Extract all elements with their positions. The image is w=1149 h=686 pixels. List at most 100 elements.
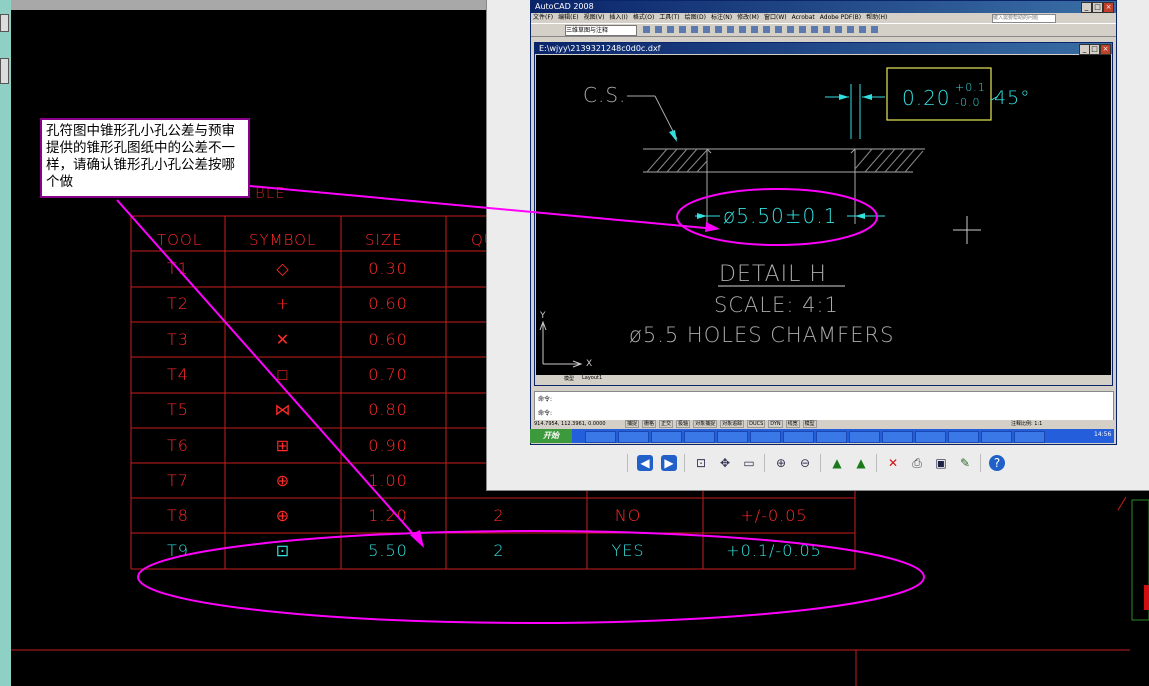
taskbar-window-button[interactable] — [618, 431, 649, 443]
previous-icon[interactable]: ◀ — [637, 455, 653, 471]
close-button[interactable]: × — [1103, 2, 1114, 13]
cell-tool: T5 — [167, 400, 189, 420]
menu-item[interactable]: 格式(O) — [633, 14, 654, 21]
command-line-1: 命令: — [538, 396, 553, 403]
help-icon[interactable]: ? — [989, 455, 1005, 471]
toolbar-divider — [764, 454, 765, 472]
cell-symbol: ⊡ — [275, 541, 291, 561]
taskbar-window-button[interactable] — [948, 431, 979, 443]
cell-symbol: ✕ — [275, 329, 291, 349]
cell-tolerance: +0.1/-0.05 — [726, 541, 822, 561]
taskbar-window-button[interactable] — [816, 431, 847, 443]
header-tool: TOOL — [157, 231, 203, 249]
status-toggle[interactable]: 栅格 — [642, 420, 657, 428]
menu-item[interactable]: 编辑(E) — [558, 14, 578, 21]
taskbar-window-button[interactable] — [1014, 431, 1045, 443]
diameter-dimension: ø5.50±0.1 — [723, 204, 838, 228]
print-icon[interactable]: ⎙ — [909, 455, 925, 471]
next-icon[interactable]: ▶ — [661, 455, 677, 471]
cell-size: 0.30 — [368, 259, 408, 278]
workspace-select[interactable]: 三维草图与注释 — [565, 25, 637, 36]
angle-label: 45° — [994, 87, 1031, 109]
tolerance-value: 0.20 — [902, 86, 951, 110]
edit-icon[interactable]: ✎ — [957, 455, 973, 471]
fit-icon[interactable]: ⊡ — [693, 455, 709, 471]
status-bar: 914.7954, 112.3961, 0.0000 捕捉 栅格 正交 极轴 对象捕捉对… — [531, 420, 1116, 429]
taskbar-window-button[interactable] — [849, 431, 880, 443]
table-title: BLE — [255, 184, 286, 202]
menu-item[interactable]: Adobe PDF(B) — [820, 14, 861, 21]
menu-item[interactable]: 修改(M) — [737, 14, 759, 21]
menu-item[interactable]: 插入(I) — [609, 14, 627, 21]
status-toggle[interactable]: 极轴 — [676, 420, 691, 428]
scale-label: SCALE: 4:1 — [714, 293, 839, 317]
tab-model[interactable]: 模型 — [564, 375, 574, 382]
menu-item[interactable]: Acrobat — [792, 14, 815, 21]
menu-item[interactable]: 帮助(H) — [866, 14, 887, 21]
tab-layout1[interactable]: Layout1 — [582, 375, 602, 381]
zoom-in-icon[interactable]: ⊕ — [773, 455, 789, 471]
cell-yes-no: YES — [611, 541, 645, 561]
save-icon[interactable]: ▣ — [933, 455, 949, 471]
cell-size: 0.70 — [368, 364, 408, 384]
taskbar-window-button[interactable] — [750, 431, 781, 443]
command-window[interactable]: 命令: 命令: — [534, 391, 1114, 421]
cell-tolerance: +/-0.05 — [740, 506, 808, 526]
drawing-titlebar: E:\wjyy\2139321248c0d0c.dxf _ □ × — [535, 43, 1112, 55]
tolerance-minus: -0.0 — [955, 96, 981, 109]
cell-symbol: ⊕ — [275, 506, 291, 526]
slideshow-icon[interactable]: ▭ — [741, 455, 757, 471]
cell-symbol: □ — [277, 364, 289, 384]
cell-yes-no: NO — [614, 506, 642, 526]
cell-symbol: ⊕ — [275, 470, 291, 490]
annotation-scale[interactable]: 注释比例: 1:1 — [1011, 420, 1042, 429]
status-toggle[interactable]: 对象追踪 — [720, 420, 745, 428]
delete-icon[interactable]: ✕ — [885, 455, 901, 471]
cell-size: 0.60 — [368, 294, 408, 314]
status-toggle[interactable]: 对象捕捉 — [693, 420, 718, 428]
taskbar-window-button[interactable] — [585, 431, 616, 443]
menu-item[interactable]: 工具(T) — [659, 14, 679, 21]
zoom-out-icon[interactable]: ⊖ — [797, 455, 813, 471]
status-toggle[interactable]: 模型 — [802, 420, 817, 428]
ucs-x-label: X — [586, 359, 593, 369]
taskbar-window-button[interactable] — [717, 431, 748, 443]
menu-item[interactable]: 绘图(D) — [685, 14, 706, 21]
minimize-button[interactable]: _ — [1081, 2, 1092, 13]
cell-symbol: ◇ — [276, 259, 290, 278]
cell-size: 0.90 — [368, 435, 408, 455]
rotate-left-icon[interactable]: ▲ — [829, 455, 845, 471]
menu-item[interactable]: 文件(F) — [533, 14, 553, 21]
menu-item[interactable]: 视图(V) — [584, 14, 605, 21]
start-button[interactable]: 开始 — [530, 429, 572, 443]
taskbar-window-button[interactable] — [882, 431, 913, 443]
actual-size-icon[interactable]: ✥ — [717, 455, 733, 471]
app-title: AutoCAD 2008 — [535, 2, 594, 11]
help-search-input[interactable]: 键入需要帮助的问题 — [992, 14, 1056, 23]
cell-tool: T4 — [167, 364, 189, 384]
cell-size: 0.60 — [368, 329, 408, 349]
status-toggle[interactable]: 捕捉 — [625, 420, 640, 428]
status-toggle[interactable]: DUCS — [747, 420, 766, 428]
menu-item[interactable]: 窗口(W) — [764, 14, 787, 21]
rotate-right-icon[interactable]: ▲ — [853, 455, 869, 471]
toolbar-divider — [980, 454, 981, 472]
taskbar-window-button[interactable] — [651, 431, 682, 443]
cell-size: 5.50 — [368, 541, 408, 561]
cell-tool: T3 — [167, 329, 189, 349]
menu-item[interactable]: 标注(N) — [711, 14, 732, 21]
cell-tool: T9 — [167, 541, 189, 561]
maximize-button[interactable]: □ — [1092, 2, 1103, 13]
header-symbol: SYMBOL — [249, 231, 317, 249]
taskbar-window-button[interactable] — [783, 431, 814, 443]
toolbar-icons[interactable] — [641, 25, 891, 35]
toolbar-divider — [876, 454, 877, 472]
status-toggle[interactable]: DYN — [768, 420, 783, 428]
cell-tool: T7 — [167, 470, 189, 490]
taskbar-window-button[interactable] — [981, 431, 1012, 443]
taskbar-window-button[interactable] — [684, 431, 715, 443]
status-toggle[interactable]: 线宽 — [785, 420, 800, 428]
toolbar-divider — [684, 454, 685, 472]
status-toggle[interactable]: 正交 — [659, 420, 674, 428]
taskbar-window-button[interactable] — [915, 431, 946, 443]
